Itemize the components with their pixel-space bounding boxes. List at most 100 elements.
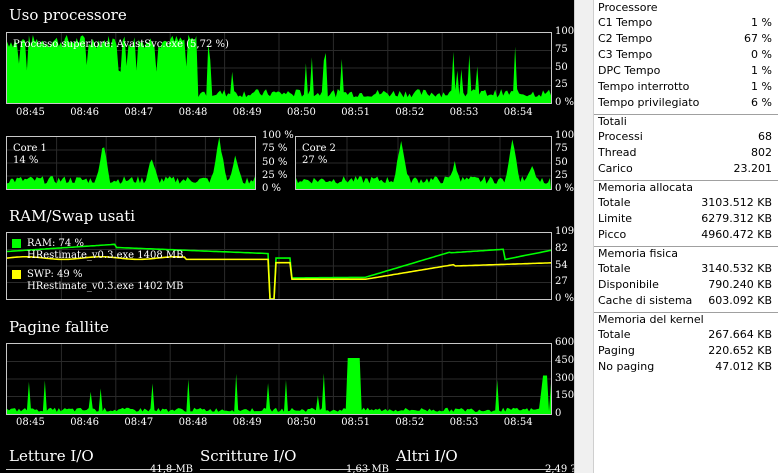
top-process-label: Processo superiore: AvastSvc.exe (5,72 %… [13, 39, 229, 50]
stats-row-label: Thread [598, 146, 637, 159]
y-tick-label: 300 [555, 372, 574, 384]
x-tick-label: 08:46 [70, 417, 100, 428]
y-tick-label: 0 % [262, 183, 282, 194]
core2-label: Core 2 [302, 143, 336, 154]
y-tick-label: 75 [555, 143, 568, 155]
stats-group-title: Memoria fisica [598, 247, 679, 260]
stats-row-label: C3 Tempo [598, 48, 653, 61]
stats-row: Processi 68 [594, 129, 778, 145]
stats-group: Memoria allocata Totale 3103.512 KB Limite 6… [594, 180, 778, 243]
x-tick-label: 08:49 [232, 107, 262, 118]
stats-row-label: Carico [598, 162, 633, 175]
ram-top-process: HRestimate_v0.3.exe 1408 MB [27, 250, 184, 261]
x-tick-label: 08:47 [124, 107, 154, 118]
stats-row: C3 Tempo 0 % [594, 47, 778, 63]
stats-row-label: Totale [598, 328, 631, 341]
stats-row-value: 67 % [744, 32, 772, 45]
y-tick-label: 25 [555, 79, 568, 91]
stats-group-title: Processore [598, 1, 658, 14]
y-tick-label: 150 [555, 390, 574, 402]
stats-row-label: C2 Tempo [598, 32, 653, 45]
stats-row-value: 802 [751, 146, 772, 159]
stats-row-value: 4960.472 KB [701, 228, 772, 241]
core1-label: Core 1 [13, 143, 47, 154]
x-tick-label: 08:45 [16, 417, 45, 428]
y-tick-label: 100 [555, 130, 574, 141]
x-tick-label: 08:52 [395, 417, 425, 428]
stats-row-value: 1 % [751, 16, 772, 29]
x-tick-label: 08:52 [395, 107, 425, 118]
stats-row-value: 68 [758, 130, 772, 143]
y-tick-label: 50 % [262, 156, 288, 168]
stats-row-value: 23.201 [733, 162, 773, 175]
x-tick-label: 08:54 [503, 417, 533, 428]
stats-row: Disponibile 790.240 KB [594, 277, 778, 293]
io-write-title: Scritture I/O [200, 447, 297, 465]
cpu-usage-title: Uso processore [9, 6, 127, 24]
stats-row: C1 Tempo 1 % [594, 15, 778, 31]
stats-group-title: Memoria allocata [598, 181, 693, 194]
y-tick-label: 25 [555, 169, 568, 181]
stats-group: Processore C1 Tempo 1 % C2 Tempo 67 % C3 Temp… [594, 0, 778, 111]
stats-row-label: Tempo privilegiato [598, 96, 700, 109]
y-tick-label: 50 [555, 61, 568, 73]
x-tick-label: 08:45 [16, 107, 45, 118]
stats-group-header: Processore [594, 0, 778, 15]
stats-group: Memoria fisica Totale 3140.532 KB Disponibi… [594, 246, 778, 309]
x-tick-label: 08:53 [449, 417, 479, 428]
stats-row: C2 Tempo 67 % [594, 31, 778, 47]
io-write-chart-top [200, 469, 370, 470]
core2-value: 27 % [302, 155, 328, 166]
x-tick-label: 08:54 [503, 107, 533, 118]
y-tick-label: 82 [555, 242, 568, 254]
stats-row-value: 3103.512 KB [701, 196, 772, 209]
stats-row-value: 790.240 KB [708, 278, 772, 291]
y-tick-label: 109 [555, 226, 574, 237]
y-tick-label: 100 % [262, 130, 294, 141]
stats-panel: Processore C1 Tempo 1 % C2 Tempo 67 % C3 Temp… [594, 0, 778, 473]
swap-legend-swatch [12, 270, 21, 279]
core1-value: 14 % [13, 155, 39, 166]
y-tick-label: 25 % [262, 169, 288, 181]
stats-row: Picco 4960.472 KB [594, 227, 778, 243]
stats-row-value: 220.652 KB [708, 344, 772, 357]
x-tick-label: 08:50 [287, 107, 316, 118]
x-tick-label: 08:51 [341, 107, 371, 118]
y-tick-label: 50 [555, 156, 568, 168]
ram-swap-chart: RAM: 74 % HRestimate_v0.3.exe 1408 MB SW… [6, 232, 552, 300]
stats-group-title: Memoria del kernel [598, 313, 704, 326]
x-tick-label: 08:50 [287, 417, 316, 428]
stats-row-label: Totale [598, 262, 631, 275]
stats-row-label: Totale [598, 196, 631, 209]
stats-row: Cache di sistema 603.092 KB [594, 293, 778, 309]
stats-row-label: No paging [598, 360, 655, 373]
stats-row: DPC Tempo 1 % [594, 63, 778, 79]
io-other-chart-top [396, 469, 556, 470]
stats-group: Memoria del kernel Totale 267.664 KB Paging… [594, 312, 778, 375]
y-tick-label: 450 [555, 354, 574, 366]
stats-group-header: Memoria allocata [594, 180, 778, 195]
stats-row: Limite 6279.312 KB [594, 211, 778, 227]
stats-row: Carico 23.201 [594, 161, 778, 177]
stats-row-value: 603.092 KB [708, 294, 772, 307]
stats-row-value: 6 % [751, 96, 772, 109]
ram-swap-title: RAM/Swap usati [9, 207, 136, 225]
x-tick-label: 08:51 [341, 417, 371, 428]
splitter[interactable] [574, 0, 594, 473]
stats-row-value: 3140.532 KB [701, 262, 772, 275]
stats-row-label: Limite [598, 212, 633, 225]
y-tick-label: 100 [555, 26, 574, 37]
stats-row-value: 1 % [751, 80, 772, 93]
stats-row-label: Disponibile [598, 278, 659, 291]
swap-legend-label: SWP: 49 % [27, 269, 83, 280]
stats-row: Tempo privilegiato 6 % [594, 95, 778, 111]
stats-row-value: 0 % [751, 48, 772, 61]
y-tick-label: 54 [555, 259, 568, 271]
stats-row-label: Picco [598, 228, 627, 241]
stats-row-label: Cache di sistema [598, 294, 693, 307]
io-read-max: 41,8 MB [150, 464, 194, 473]
stats-group: Totali Processi 68 Thread 802 Carico 23.201 [594, 114, 778, 177]
y-tick-label: 0 % [555, 97, 574, 108]
page-faults-title: Pagine fallite [9, 318, 109, 336]
stats-row: Tempo interrotto 1 % [594, 79, 778, 95]
